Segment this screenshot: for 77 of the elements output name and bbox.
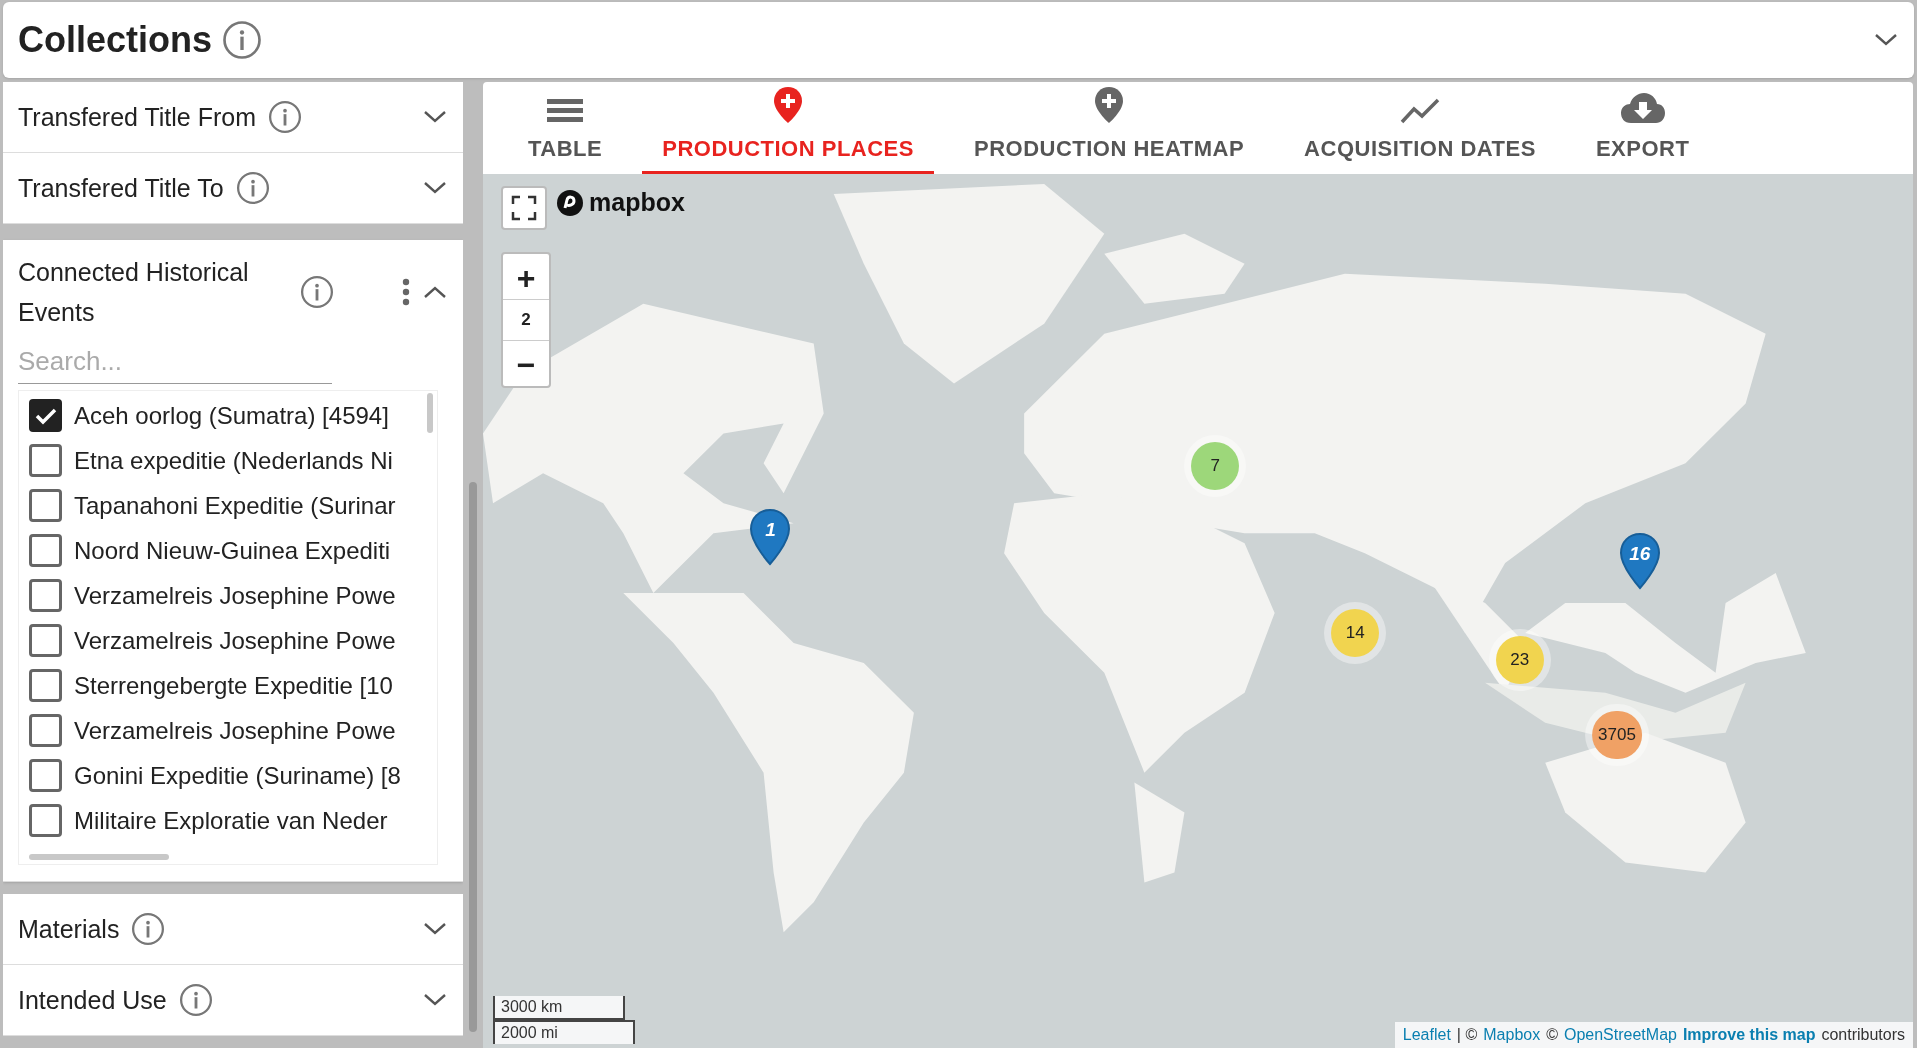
attribution-text: ©	[1546, 1025, 1558, 1045]
accordion-header[interactable]: Transfered Title To	[3, 153, 463, 223]
attribution-link[interactable]: Improve this map	[1682, 1023, 1816, 1047]
cloud-download-icon	[1619, 92, 1666, 124]
pin-plus-icon	[773, 86, 804, 124]
chevron-down-icon[interactable]	[422, 180, 448, 196]
section-title: Transfered Title To	[18, 173, 224, 204]
section-title: Connected Historical Events	[18, 257, 250, 328]
checkbox[interactable]	[29, 444, 62, 477]
attribution-text: contributors	[1821, 1025, 1905, 1045]
info-icon[interactable]	[235, 171, 270, 205]
pin-plus-icon	[1094, 86, 1125, 124]
checkbox-label[interactable]: Militaire Exploratie van Neder	[74, 802, 388, 839]
checkbox[interactable]	[29, 669, 62, 702]
checkbox-label[interactable]: Verzamelreis Josephine Powe	[74, 622, 396, 659]
attribution-link[interactable]: Mapbox	[1483, 1023, 1541, 1047]
section-title: Materials	[18, 914, 120, 945]
page-title: Collections	[18, 18, 213, 62]
checkbox[interactable]	[29, 534, 62, 567]
map-pin[interactable]: 16	[1617, 532, 1662, 590]
attribution-link[interactable]: OpenStreetMap	[1563, 1023, 1677, 1047]
logo-icon	[555, 187, 585, 218]
checkbox[interactable]	[29, 759, 62, 792]
tab[interactable]: EXPORT	[1575, 82, 1710, 174]
map-logo: mapbox	[589, 187, 685, 218]
tab[interactable]: ACQUISITION DATES	[1284, 82, 1556, 174]
accordion-header[interactable]: Materials	[3, 894, 463, 964]
tab[interactable]: PRODUCTION HEATMAP	[953, 82, 1265, 174]
checkmark-icon	[34, 406, 57, 425]
zoom-out-button[interactable]: −	[503, 340, 549, 386]
scrollbar-thumb[interactable]	[469, 482, 477, 1032]
checkbox-label[interactable]: Noord Nieuw-Guinea Expediti	[74, 532, 391, 569]
tab[interactable]: TABLE	[508, 82, 623, 174]
info-icon[interactable]	[268, 100, 303, 134]
chevron-down-icon[interactable]	[422, 921, 448, 937]
line-chart-icon	[1400, 98, 1440, 124]
checkbox-label[interactable]: Aceh oorlog (Sumatra) [4594]	[74, 397, 389, 434]
info-icon[interactable]	[222, 20, 263, 60]
section-title: Transfered Title From	[18, 102, 257, 133]
search-field[interactable]: Search...	[18, 340, 332, 384]
checkbox-label[interactable]: Verzamelreis Josephine Powe	[74, 577, 396, 614]
checkbox-label[interactable]: Tapanahoni Expeditie (Surinar	[74, 487, 396, 524]
chevron-down-icon[interactable]	[422, 109, 448, 125]
accordion-header[interactable]: Transfered Title From	[3, 82, 463, 152]
zoom-level: 2	[521, 309, 531, 331]
attribution-text: | ©	[1456, 1025, 1478, 1045]
checkbox-label[interactable]: Verzamelreis Josephine Powe	[74, 712, 396, 749]
map[interactable]: mapbox + 2 − 7 14 23 3705 1 16 3000 km 2000 mi Leaflet | © Mapbox © OpenStreetMap Improve this map contributors	[483, 174, 1913, 1048]
attribution-link[interactable]: Leaflet	[1402, 1023, 1451, 1047]
chevron-up-icon[interactable]	[422, 284, 448, 300]
table-icon	[547, 98, 584, 124]
checkbox[interactable]	[29, 399, 62, 432]
chevron-down-icon[interactable]	[1873, 32, 1899, 48]
fullscreen-button[interactable]	[501, 186, 547, 230]
checkbox[interactable]	[29, 804, 62, 837]
checkbox-label[interactable]: Sterrengebergte Expeditie [10	[74, 667, 393, 704]
kebab-menu-icon[interactable]	[402, 278, 410, 306]
checkbox-label[interactable]: Etna expeditie (Nederlands Ni	[74, 442, 393, 479]
scrollbar-thumb[interactable]	[427, 393, 433, 433]
scrollbar-thumb[interactable]	[29, 854, 169, 860]
map-pin[interactable]: 1	[748, 507, 793, 566]
info-icon[interactable]	[178, 983, 213, 1017]
info-icon[interactable]	[131, 912, 166, 946]
info-icon[interactable]	[300, 275, 334, 309]
zoom-in-button[interactable]: +	[503, 254, 549, 300]
checkbox[interactable]	[29, 489, 62, 522]
accordion-header[interactable]: Connected Historical Events	[3, 240, 463, 340]
scale-bar: 3000 km	[493, 996, 625, 1020]
section-title: Intended Use	[18, 985, 167, 1016]
accordion-header[interactable]: Intended Use	[3, 965, 463, 1035]
checkbox[interactable]	[29, 579, 62, 612]
chevron-down-icon[interactable]	[422, 992, 448, 1008]
checkbox-label[interactable]: Gonini Expeditie (Suriname) [8	[74, 757, 401, 794]
checkbox[interactable]	[29, 624, 62, 657]
fullscreen-icon	[511, 195, 537, 221]
scale-bar: 2000 mi	[493, 1020, 635, 1044]
checkbox[interactable]	[29, 714, 62, 747]
